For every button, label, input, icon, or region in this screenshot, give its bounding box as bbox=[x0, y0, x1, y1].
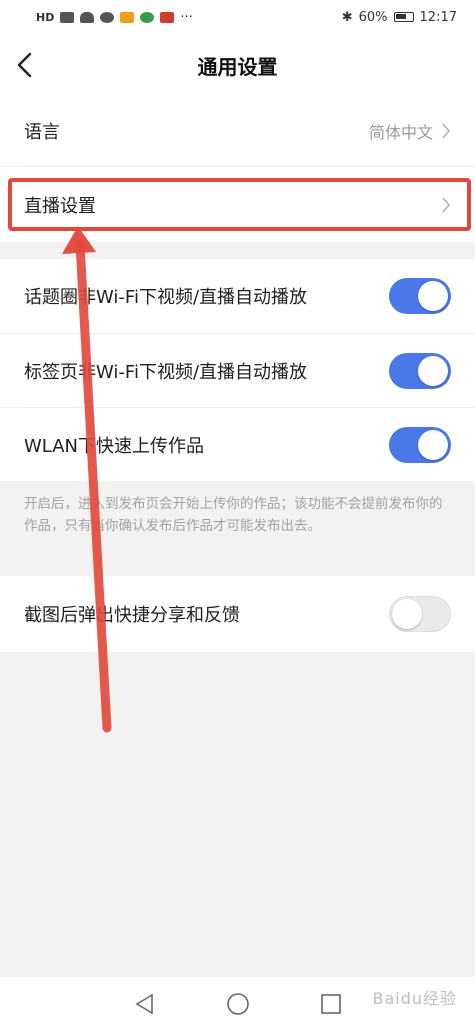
status-right: ✱ 60% 12:17 bbox=[342, 10, 457, 25]
home-circle-icon[interactable] bbox=[226, 992, 250, 1016]
toggle-knob bbox=[418, 355, 448, 386]
toggle-row-topic-autoplay: 话题圈非Wi-Fi下视频/直播自动播放 bbox=[0, 259, 475, 333]
recents-square-icon[interactable] bbox=[320, 993, 342, 1015]
back-triangle-icon[interactable] bbox=[134, 993, 156, 1015]
toggle-knob bbox=[392, 599, 422, 629]
toggle-switch[interactable] bbox=[389, 426, 451, 463]
toggle-row-tag-autoplay: 标签页非Wi-Fi下视频/直播自动播放 bbox=[0, 334, 475, 407]
language-row[interactable]: 语言 简体中文 bbox=[0, 96, 475, 166]
clock: 12:17 bbox=[419, 9, 457, 25]
toggle-label: WLAN下快速上传作品 bbox=[24, 435, 205, 457]
chevron-right-icon bbox=[442, 123, 451, 139]
bluetooth-icon: ✱ bbox=[341, 9, 353, 25]
chevron-left-icon[interactable] bbox=[14, 52, 36, 78]
video-app-icon bbox=[120, 11, 135, 23]
battery-icon bbox=[393, 12, 414, 22]
hd-label: HD bbox=[36, 10, 55, 24]
more-icon: ··· bbox=[180, 9, 193, 25]
toggle-label: 标签页非Wi-Fi下视频/直播自动播放 bbox=[24, 361, 308, 383]
upload-note: 开启后，进入到发布页会开始上传你的作品；该功能不会提前发布你的作品，只有当你确认… bbox=[24, 496, 443, 534]
language-label: 语言 bbox=[24, 122, 60, 143]
wifi-icon bbox=[80, 11, 95, 23]
toggle-switch[interactable] bbox=[389, 278, 451, 314]
toggle-knob bbox=[418, 281, 448, 311]
toggle-switch[interactable] bbox=[389, 596, 451, 632]
status-bar: HD ··· ✱ 60% 12:17 bbox=[0, 0, 475, 34]
toggle-knob bbox=[418, 429, 448, 460]
battery-percent: 60% bbox=[358, 9, 388, 25]
status-left: HD ··· bbox=[36, 10, 193, 25]
navigation-bar: 通用设置 bbox=[0, 34, 475, 96]
app-icon bbox=[160, 11, 175, 23]
signal-icon bbox=[60, 11, 75, 23]
app-icon bbox=[140, 11, 155, 23]
highlight-box bbox=[8, 178, 471, 231]
watermark: Baidu经验 bbox=[372, 989, 457, 1008]
toggle-label: 话题圈非Wi-Fi下视频/直播自动播放 bbox=[24, 287, 308, 308]
language-value: 简体中文 bbox=[368, 123, 433, 142]
toggle-label: 截图后弹出快捷分享和反馈 bbox=[24, 605, 240, 626]
toggle-switch[interactable] bbox=[389, 352, 451, 389]
toggle-row-wlan-upload: WLAN下快速上传作品 bbox=[0, 408, 475, 481]
notification-icon bbox=[100, 11, 115, 23]
page-title: 通用设置 bbox=[197, 54, 278, 79]
toggle-row-screenshot-share: 截图后弹出快捷分享和反馈 bbox=[0, 576, 475, 652]
